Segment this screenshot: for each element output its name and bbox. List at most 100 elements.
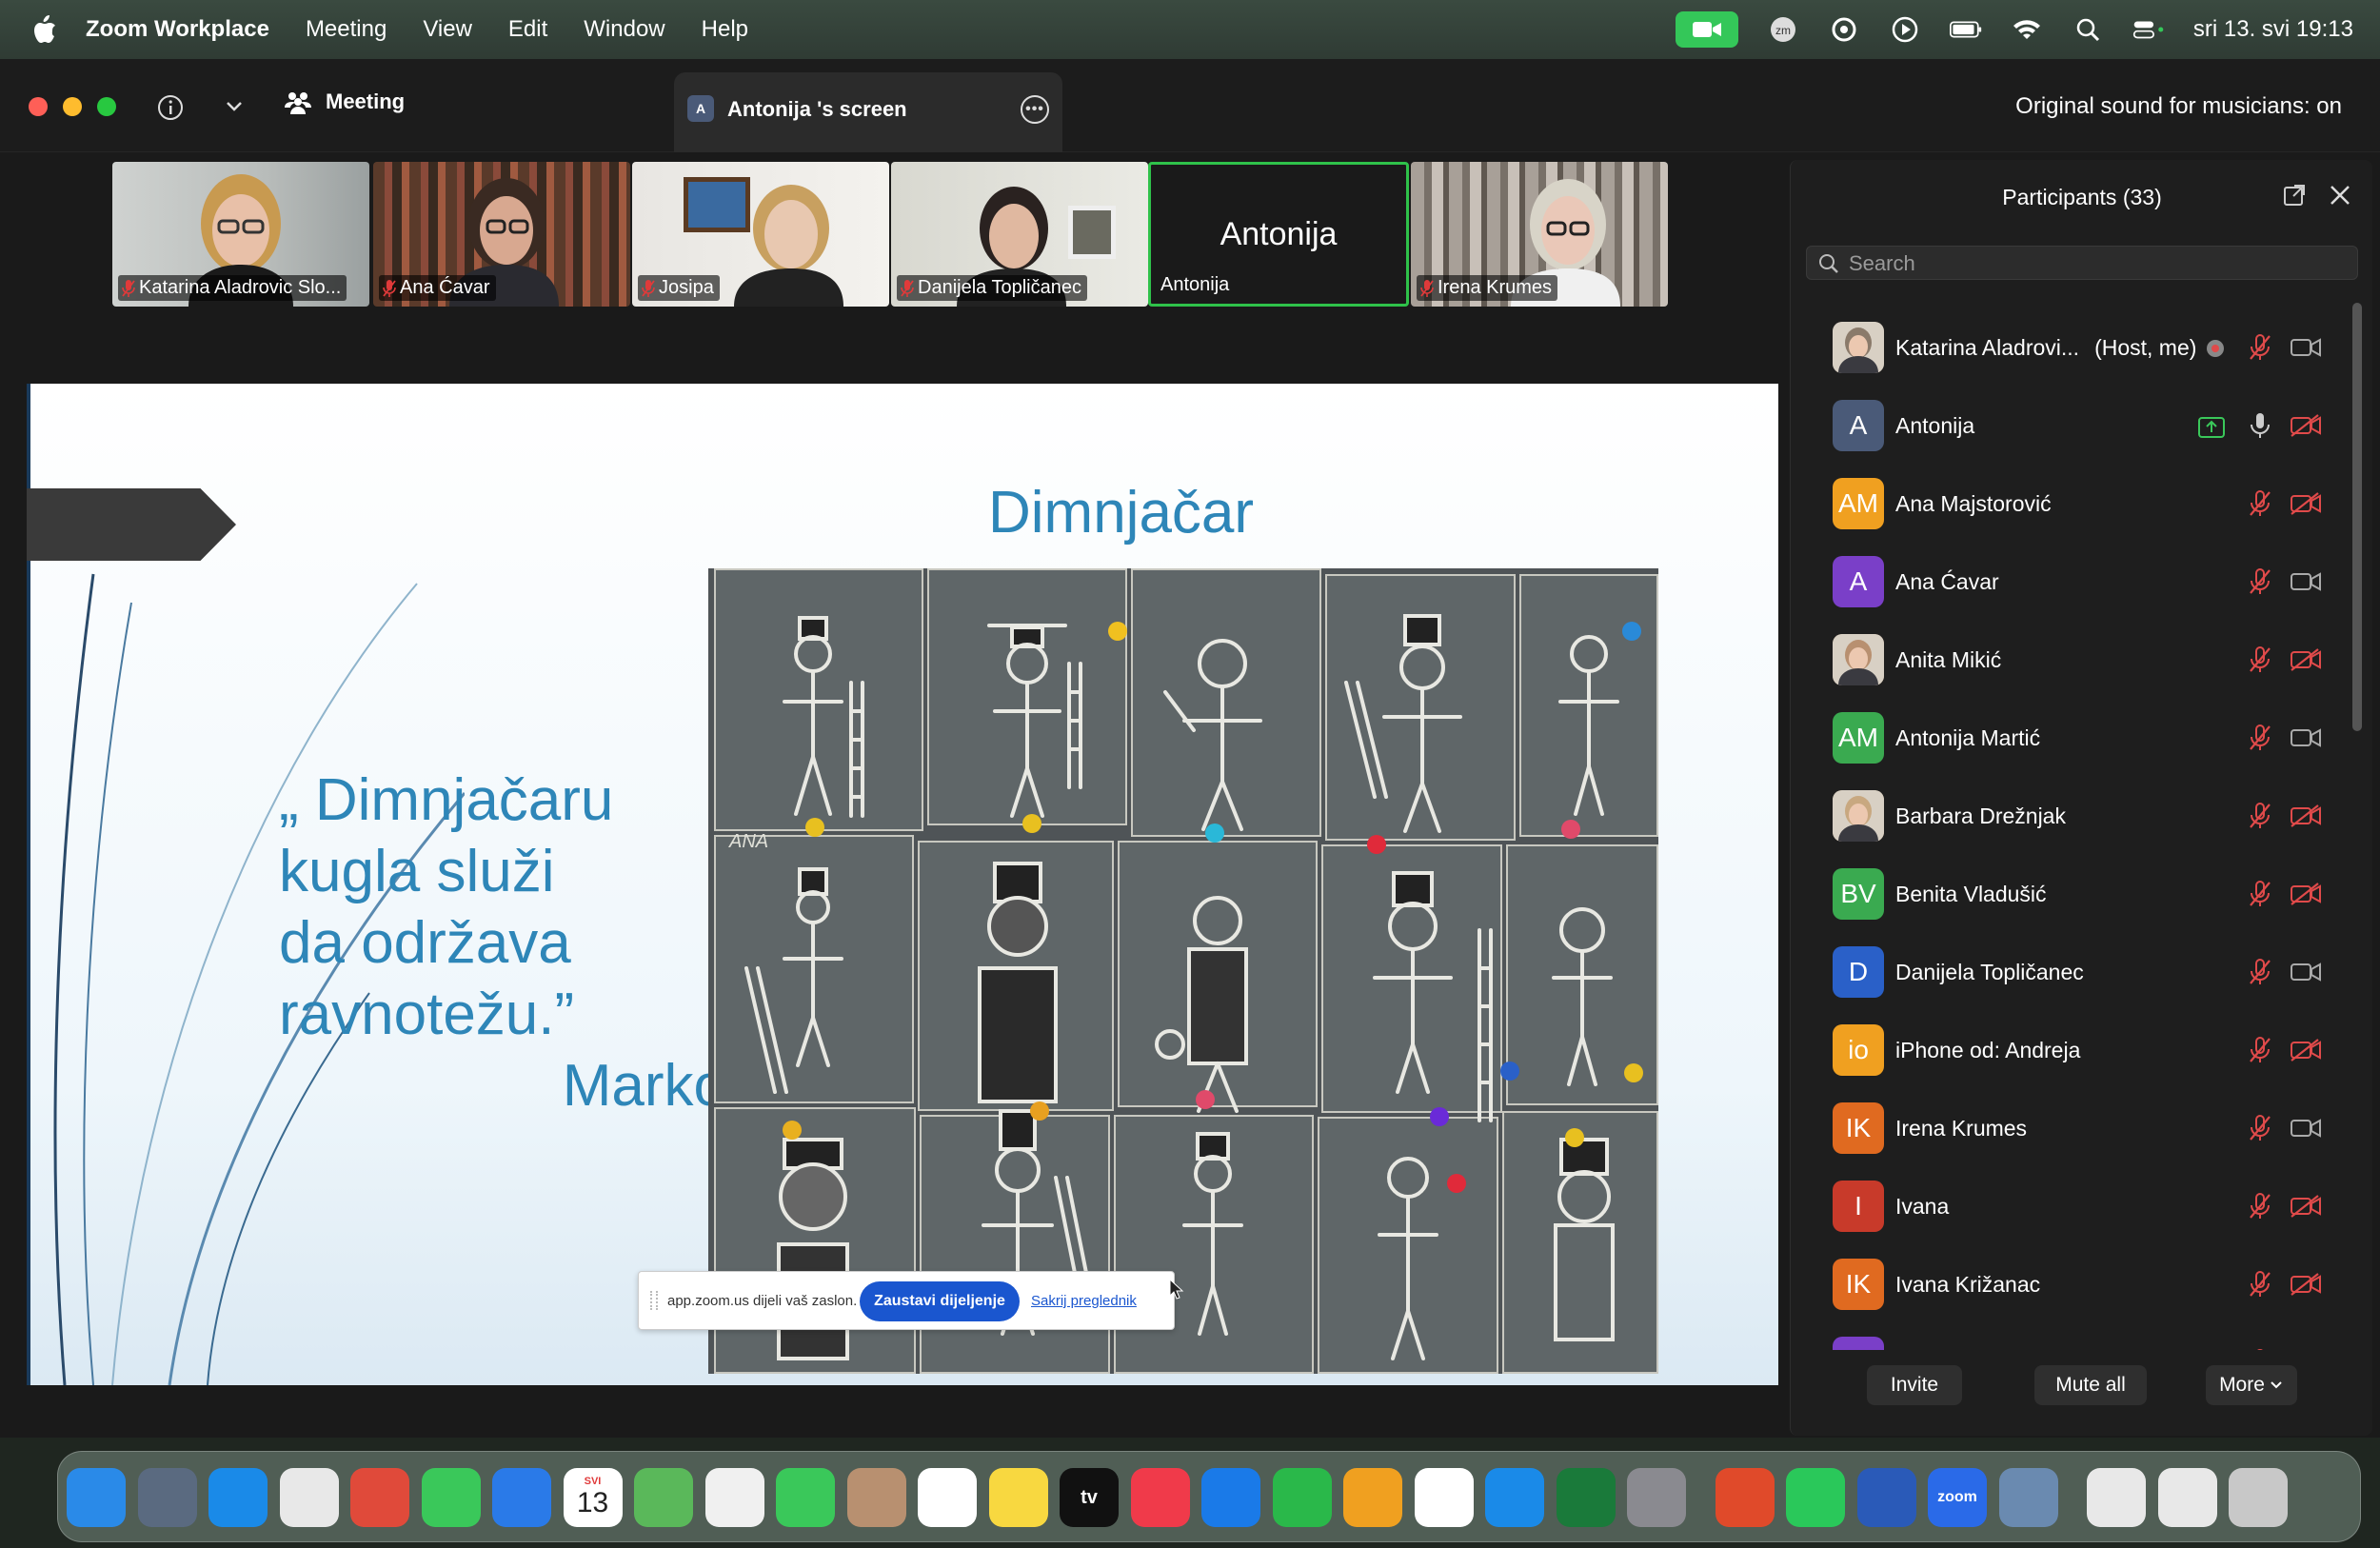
mute-all-button[interactable]: Mute all bbox=[2034, 1365, 2147, 1405]
video-thumbnail[interactable]: Josipa bbox=[632, 162, 889, 307]
invite-button[interactable]: Invite bbox=[1867, 1365, 1962, 1405]
search-input[interactable] bbox=[1849, 250, 2325, 277]
participant-row[interactable]: A Ana Ćavar bbox=[1791, 537, 2352, 615]
dock-safari-icon[interactable] bbox=[208, 1468, 268, 1527]
dock-system-settings-icon[interactable] bbox=[1627, 1468, 1686, 1527]
video-thumbnail-active-speaker[interactable]: Antonija Antonija bbox=[1148, 162, 1409, 307]
mic-muted-icon[interactable] bbox=[2248, 489, 2272, 518]
tab-shared-screen[interactable]: A Antonija 's screen ••• bbox=[674, 72, 1062, 152]
apple-icon[interactable] bbox=[32, 15, 57, 44]
drag-handle[interactable] bbox=[650, 1291, 658, 1310]
menu-edit[interactable]: Edit bbox=[508, 16, 547, 43]
dock-app-store-icon[interactable] bbox=[1485, 1468, 1544, 1527]
mic-muted-icon[interactable] bbox=[2248, 958, 2272, 986]
dock-excel-icon[interactable] bbox=[1556, 1468, 1616, 1527]
battery-icon[interactable] bbox=[1949, 15, 1982, 44]
video-thumbnail[interactable]: Ana Ćavar bbox=[373, 162, 630, 307]
participant-row[interactable]: JVJasenka Vesoleki bbox=[1791, 1318, 2352, 1350]
wifi-icon[interactable] bbox=[2011, 15, 2043, 44]
creative-cloud-icon[interactable] bbox=[1828, 15, 1860, 44]
participants-scrollbar[interactable] bbox=[2352, 303, 2362, 731]
zoom-window-button[interactable] bbox=[97, 97, 116, 116]
participants-search[interactable] bbox=[1806, 246, 2358, 280]
dock-notes-icon[interactable] bbox=[988, 1468, 1048, 1527]
menu-window[interactable]: Window bbox=[584, 16, 664, 43]
participant-row[interactable]: AM Antonija Martić bbox=[1791, 693, 2352, 771]
menu-view[interactable]: View bbox=[423, 16, 472, 43]
mic-muted-icon[interactable] bbox=[2248, 802, 2272, 830]
menu-meeting[interactable]: Meeting bbox=[306, 16, 387, 43]
dock-tv-icon[interactable]: tv bbox=[1060, 1468, 1119, 1527]
mic-muted-icon[interactable] bbox=[2248, 1348, 2272, 1350]
dock-word-icon[interactable] bbox=[1856, 1468, 1916, 1527]
dock-finder-window-2-icon[interactable] bbox=[2157, 1468, 2217, 1527]
video-thumbnail[interactable]: Katarina Aladrovic Slo... bbox=[112, 162, 369, 307]
pop-out-icon[interactable] bbox=[2282, 183, 2307, 208]
video-on-icon[interactable] bbox=[2290, 1116, 2322, 1141]
dock-whatsapp-icon[interactable] bbox=[1786, 1468, 1845, 1527]
chevron-down-icon[interactable] bbox=[225, 99, 244, 114]
menu-app-name[interactable]: Zoom Workplace bbox=[86, 16, 269, 43]
dock-calendar-icon[interactable]: SVI 13 bbox=[563, 1468, 623, 1527]
dock-maps-icon[interactable] bbox=[634, 1468, 693, 1527]
video-thumbnail[interactable]: Danijela Topličanec bbox=[891, 162, 1148, 307]
dock-pages-icon[interactable] bbox=[1343, 1468, 1402, 1527]
video-off-icon[interactable] bbox=[2290, 413, 2322, 438]
mic-muted-icon[interactable] bbox=[2248, 645, 2272, 674]
dock-photos-icon[interactable] bbox=[704, 1468, 764, 1527]
mic-muted-icon[interactable] bbox=[2248, 880, 2272, 908]
more-options-icon[interactable]: ••• bbox=[1021, 95, 1049, 124]
mic-muted-icon[interactable] bbox=[2248, 567, 2272, 596]
more-button[interactable]: More bbox=[2206, 1365, 2297, 1405]
spotlight-search-icon[interactable] bbox=[2072, 15, 2104, 44]
dock-messages-icon[interactable] bbox=[421, 1468, 481, 1527]
tab-meeting[interactable]: Meeting bbox=[284, 89, 405, 114]
mic-muted-icon[interactable] bbox=[2248, 724, 2272, 752]
screen-recording-icon[interactable] bbox=[1889, 15, 1921, 44]
mic-muted-icon[interactable] bbox=[2248, 1270, 2272, 1299]
dock-finder-icon[interactable] bbox=[67, 1468, 126, 1527]
dock-facetime-icon[interactable] bbox=[776, 1468, 835, 1527]
dock-chrome-icon[interactable] bbox=[279, 1468, 339, 1527]
dock-freeform-icon[interactable] bbox=[1414, 1468, 1474, 1527]
video-on-icon[interactable] bbox=[2290, 725, 2322, 750]
mic-muted-icon[interactable] bbox=[2248, 1036, 2272, 1064]
zoom-status-icon[interactable]: zm bbox=[1767, 15, 1799, 44]
video-off-icon[interactable] bbox=[2290, 647, 2322, 672]
mic-muted-icon[interactable] bbox=[2248, 1192, 2272, 1221]
hide-sharing-bar-link[interactable]: Sakrij preglednik bbox=[1031, 1293, 1137, 1309]
participant-row[interactable]: Katarina Aladrovi... (Host, me) bbox=[1791, 303, 2352, 381]
participant-row[interactable]: IK Ivana Križanac bbox=[1791, 1240, 2352, 1318]
dock-keynote-icon[interactable] bbox=[1201, 1468, 1260, 1527]
shared-screen-content[interactable]: Dimnjačar „ Dimnjačaru kugla služi da od… bbox=[27, 384, 1778, 1385]
participant-row[interactable]: D Danijela Topličanec bbox=[1791, 927, 2352, 1005]
participant-row[interactable]: Barbara Drežnjak bbox=[1791, 771, 2352, 849]
minimize-window-button[interactable] bbox=[63, 97, 82, 116]
video-on-icon[interactable] bbox=[2290, 335, 2322, 360]
dock-zotero-icon[interactable] bbox=[350, 1468, 409, 1527]
video-off-icon[interactable] bbox=[2290, 882, 2322, 906]
participant-row[interactable]: Anita Mikić bbox=[1791, 615, 2352, 693]
stop-sharing-button[interactable]: Zaustavi dijeljenje bbox=[860, 1281, 1020, 1321]
mic-muted-icon[interactable] bbox=[2248, 333, 2272, 362]
meeting-info-icon[interactable] bbox=[156, 93, 185, 122]
dock-numbers-icon[interactable] bbox=[1272, 1468, 1332, 1527]
dock-reminders-icon[interactable] bbox=[918, 1468, 977, 1527]
video-on-icon[interactable] bbox=[2290, 960, 2322, 984]
close-panel-icon[interactable] bbox=[2328, 183, 2352, 208]
mic-muted-icon[interactable] bbox=[2248, 1114, 2272, 1142]
video-off-icon[interactable] bbox=[2290, 1272, 2322, 1297]
mic-on-icon[interactable] bbox=[2248, 411, 2272, 440]
dock-contacts-icon[interactable] bbox=[846, 1468, 906, 1527]
participant-row[interactable]: io iPhone od: Andreja bbox=[1791, 1005, 2352, 1083]
dock-finder-window-icon[interactable] bbox=[2087, 1468, 2146, 1527]
video-off-icon[interactable] bbox=[2290, 1038, 2322, 1062]
video-on-icon[interactable] bbox=[2290, 569, 2322, 594]
dock-zoom-icon[interactable]: zoom bbox=[1928, 1468, 1987, 1527]
participant-row[interactable]: A Antonija bbox=[1791, 381, 2352, 459]
dock-launchpad-icon[interactable] bbox=[137, 1468, 197, 1527]
dock-powerpoint-icon[interactable] bbox=[1715, 1468, 1775, 1527]
menu-bar-clock[interactable]: sri 13. svi 19:13 bbox=[2193, 16, 2353, 43]
dock-preview-icon[interactable] bbox=[1998, 1468, 2058, 1527]
video-thumbnail[interactable]: Irena Krumes bbox=[1411, 162, 1668, 307]
